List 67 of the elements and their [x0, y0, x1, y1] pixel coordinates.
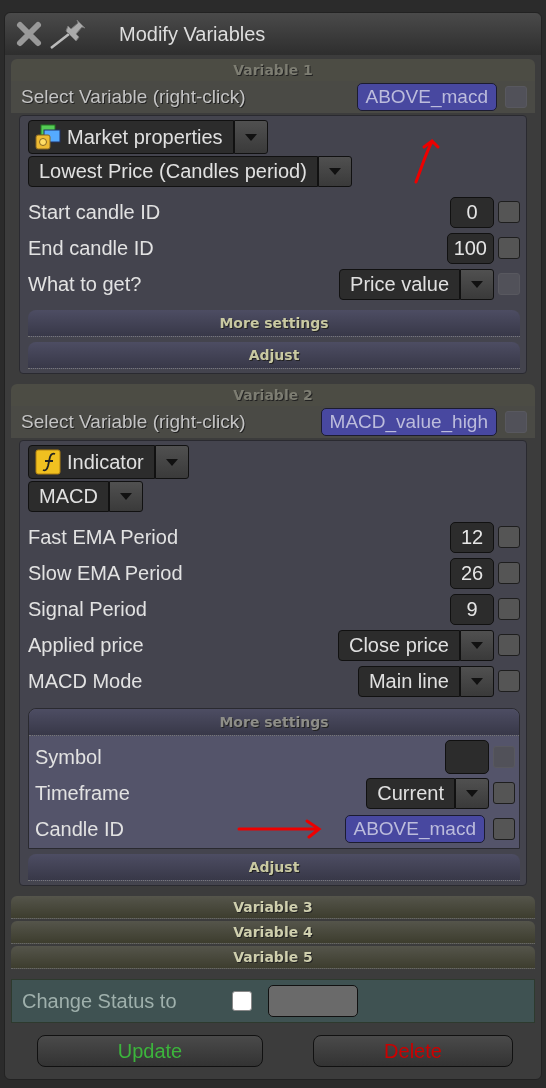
field-label: Slow EMA Period: [28, 561, 183, 585]
number-field[interactable]: 9: [450, 593, 494, 625]
number-field[interactable]: 26: [450, 557, 494, 589]
number-field[interactable]: 100: [446, 232, 494, 264]
variable-field[interactable]: ABOVE_macd: [344, 815, 485, 843]
field-label: Fast EMA Period: [28, 525, 179, 549]
caret-icon: [471, 280, 483, 288]
field-label: MACD Mode: [28, 669, 143, 693]
section-header[interactable]: Variable 5: [11, 946, 535, 969]
close-icon[interactable]: [15, 20, 43, 48]
update-button[interactable]: Update: [37, 1035, 263, 1067]
field-label: End candle ID: [28, 236, 154, 260]
dropdown-arrow-button[interactable]: [460, 629, 494, 661]
checkbox[interactable]: [498, 562, 520, 584]
variable-field[interactable]: MACD_value_high: [320, 408, 497, 436]
dropdown-arrow-button[interactable]: [233, 120, 268, 154]
field-label: Symbol: [35, 745, 102, 769]
dropdown-arrow-button[interactable]: [317, 156, 352, 187]
dropdown-arrow-button[interactable]: [460, 268, 494, 300]
more-settings-button[interactable]: More settings: [28, 310, 520, 337]
dropdown-arrow-button[interactable]: [455, 777, 489, 809]
field-label: Candle ID: [35, 817, 124, 841]
caret-icon: [328, 168, 341, 175]
checkbox[interactable]: [493, 782, 515, 804]
dropdown-field[interactable]: Lowest Price (Candles period): [28, 156, 318, 187]
dropdown-arrow-button[interactable]: [108, 481, 143, 512]
caret-icon: [466, 789, 478, 797]
caret-icon: [471, 677, 483, 685]
caret-icon: [471, 641, 483, 649]
dropdown-field[interactable]: Main line: [357, 665, 460, 697]
dropdown-arrow-button[interactable]: [460, 665, 494, 697]
text-field[interactable]: [445, 740, 489, 774]
field-label: Start candle ID: [28, 200, 161, 224]
select-label: Select Variable (right-click): [21, 86, 246, 108]
checkbox[interactable]: [498, 670, 520, 692]
dropdown-field[interactable]: Current: [366, 777, 455, 809]
checkbox[interactable]: [498, 201, 520, 223]
adjust-button[interactable]: Adjust: [28, 854, 520, 881]
field-label: Applied price: [28, 633, 144, 657]
checkbox[interactable]: [498, 598, 520, 620]
variable-field[interactable]: ABOVE_macd: [356, 83, 497, 111]
caret-icon: [165, 458, 178, 466]
dropdown-field[interactable]: Market properties: [28, 120, 234, 154]
section-header[interactable]: Variable 4: [11, 921, 535, 944]
number-field[interactable]: 12: [450, 521, 494, 553]
caret-icon: [244, 133, 257, 141]
number-field[interactable]: 0: [450, 196, 494, 228]
select-label: Select Variable (right-click): [21, 411, 246, 433]
dropdown-field[interactable]: Close price: [337, 629, 460, 661]
field-label: Signal Period: [28, 597, 147, 621]
dropdown-field[interactable]: MACD: [28, 481, 109, 512]
more-settings-header[interactable]: More settings: [29, 709, 519, 736]
dropdown-field[interactable]: Indicator: [28, 445, 155, 479]
status-label: Change Status to: [22, 989, 178, 1013]
field-label: What to get?: [28, 272, 142, 296]
section-header[interactable]: Variable 3: [11, 896, 535, 919]
checkbox[interactable]: [493, 818, 515, 840]
status-field[interactable]: [268, 985, 358, 1017]
checkbox[interactable]: [498, 634, 520, 656]
field-label: Timeframe: [35, 781, 130, 805]
adjust-button[interactable]: Adjust: [28, 342, 520, 369]
checkbox[interactable]: [498, 526, 520, 548]
checkbox[interactable]: [232, 991, 252, 1011]
window-title: Modify Variables: [119, 22, 266, 46]
checkbox[interactable]: [498, 237, 520, 259]
caret-icon: [119, 493, 132, 500]
dropdown-arrow-button[interactable]: [154, 445, 189, 479]
